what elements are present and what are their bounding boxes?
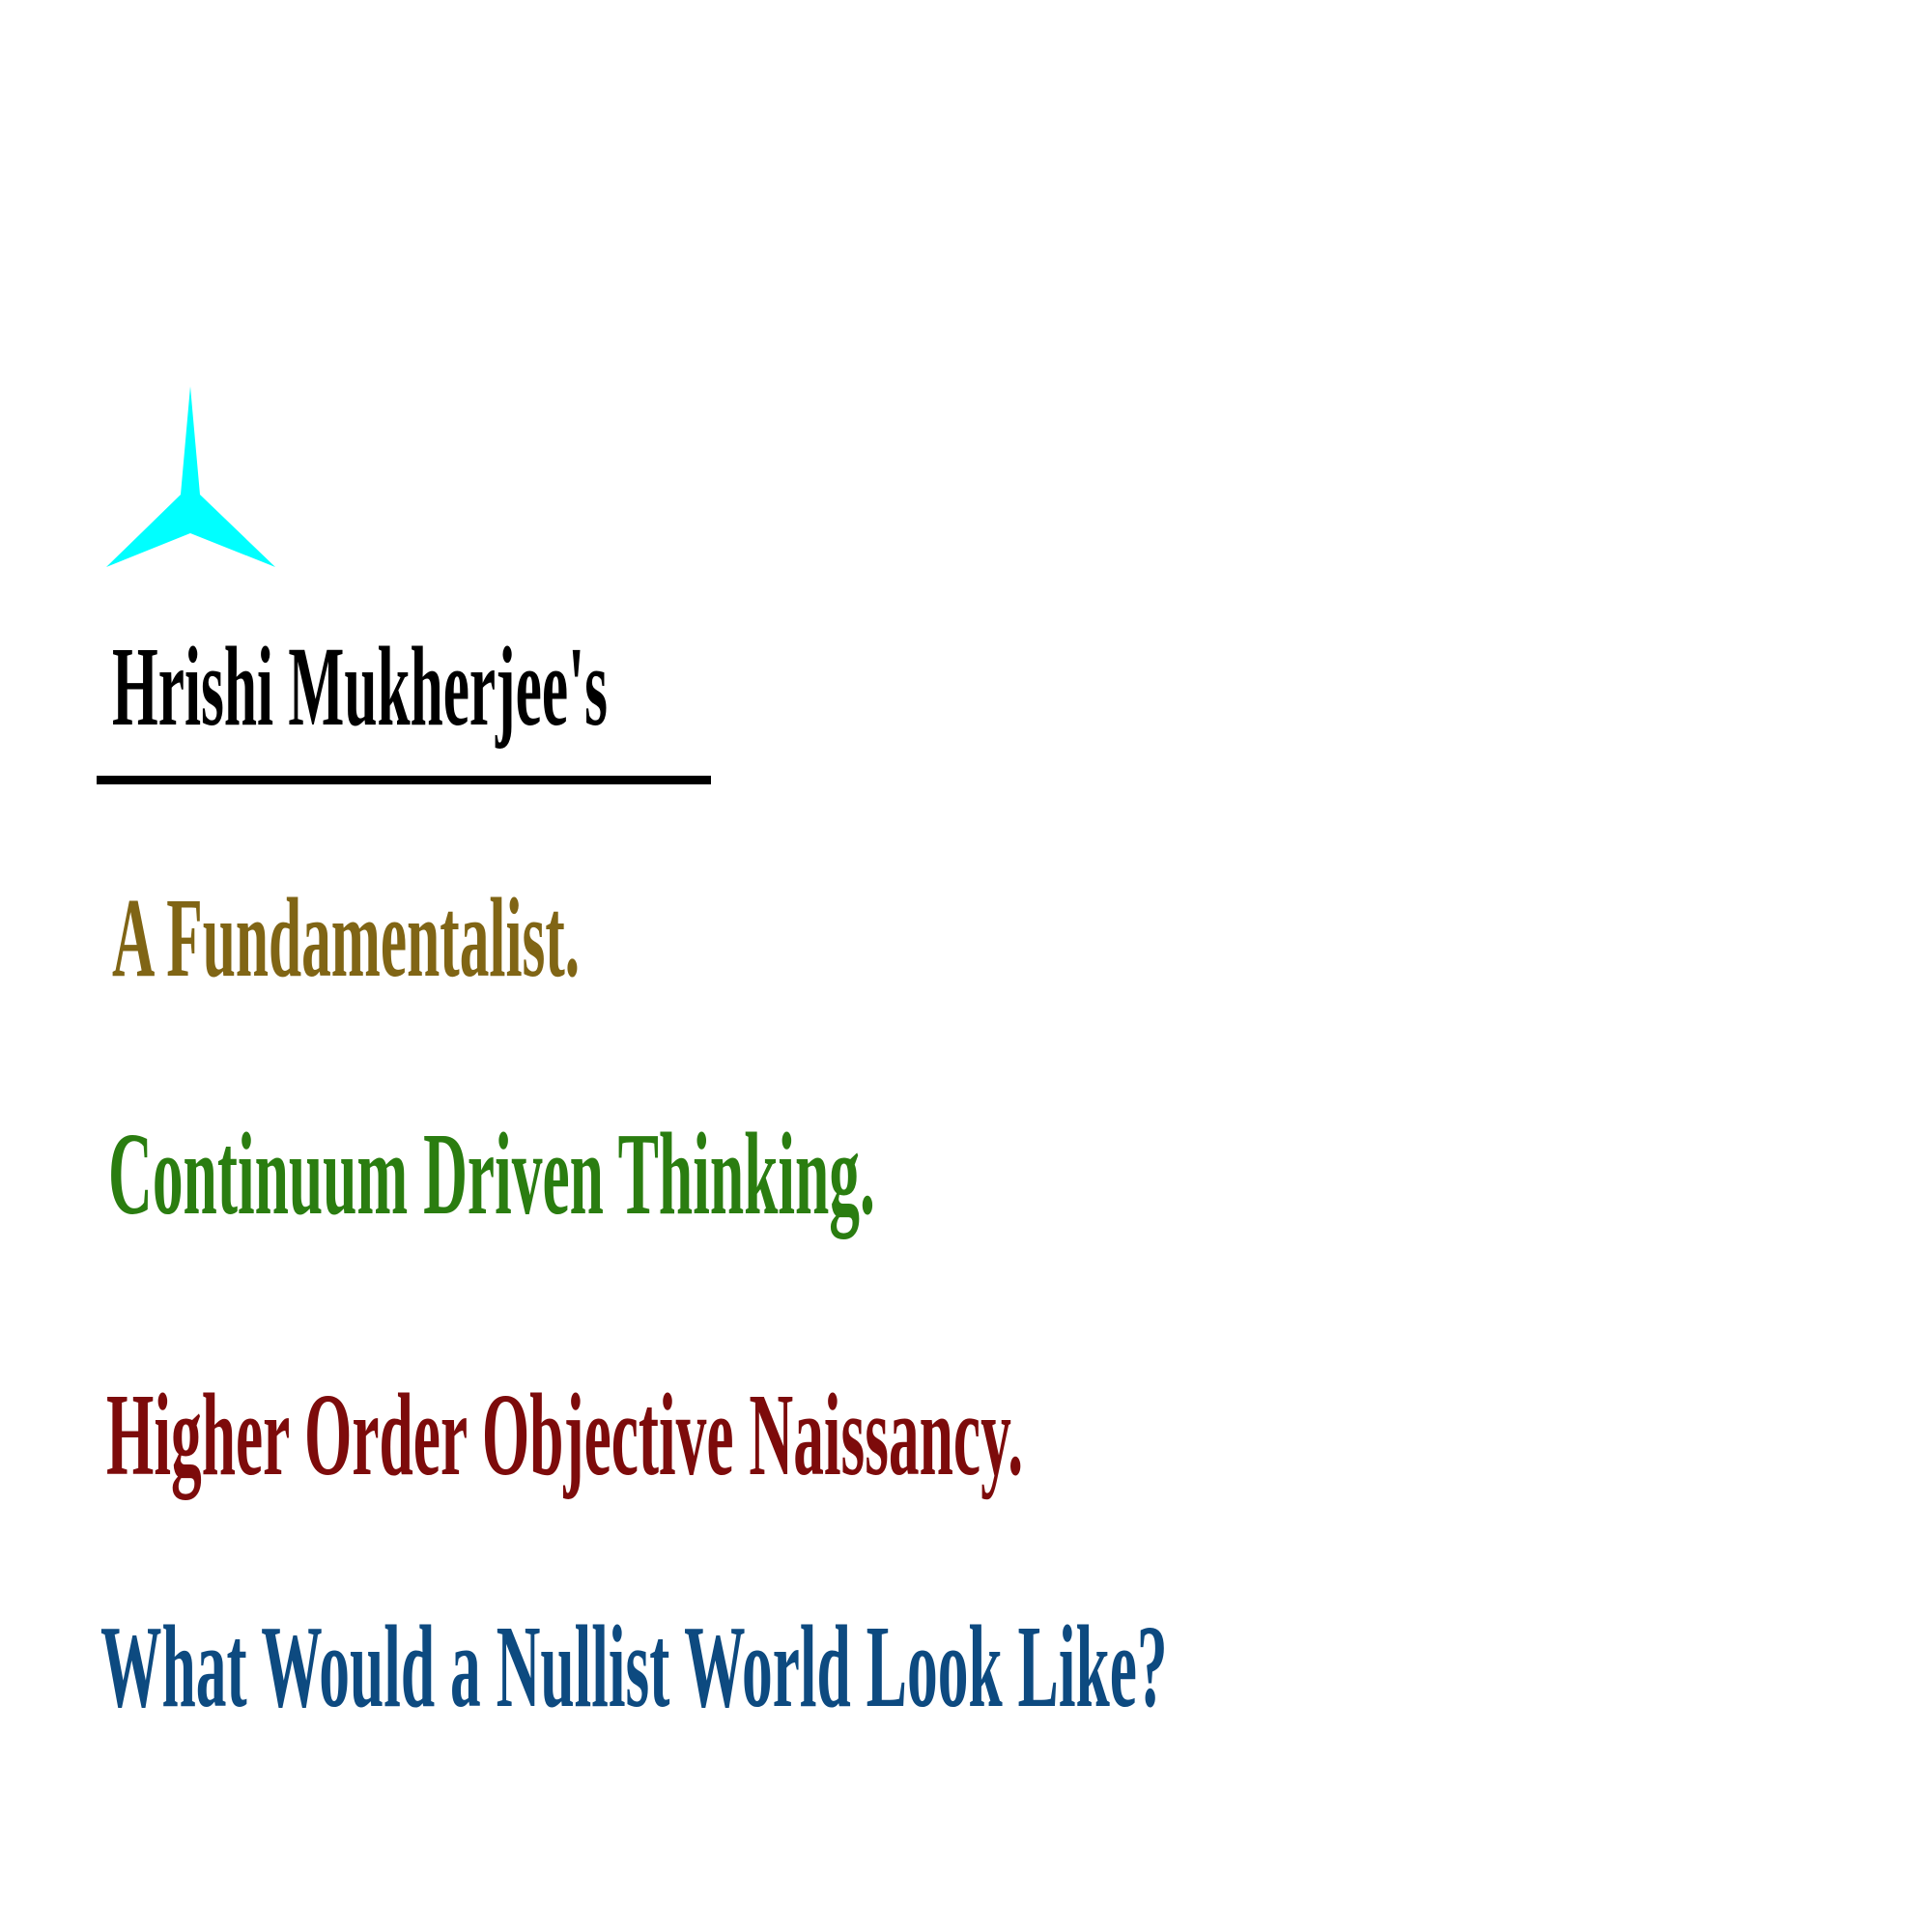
title-fundamentalist: A Fundamentalist.: [112, 874, 581, 1001]
title-higher-order-objective-naissancy: Higher Order Objective Naissancy.: [106, 1370, 1024, 1500]
title-continuum-driven-thinking: Continuum Driven Thinking.: [108, 1109, 875, 1239]
title-nullist-world: What Would a Nullist World Look Like?: [100, 1602, 1168, 1732]
star-logo-icon: [106, 386, 275, 567]
title-underline-rule: [97, 776, 711, 784]
star-logo-shape: [106, 386, 275, 567]
author-name: Hrishi Mukherjee's: [112, 623, 608, 750]
